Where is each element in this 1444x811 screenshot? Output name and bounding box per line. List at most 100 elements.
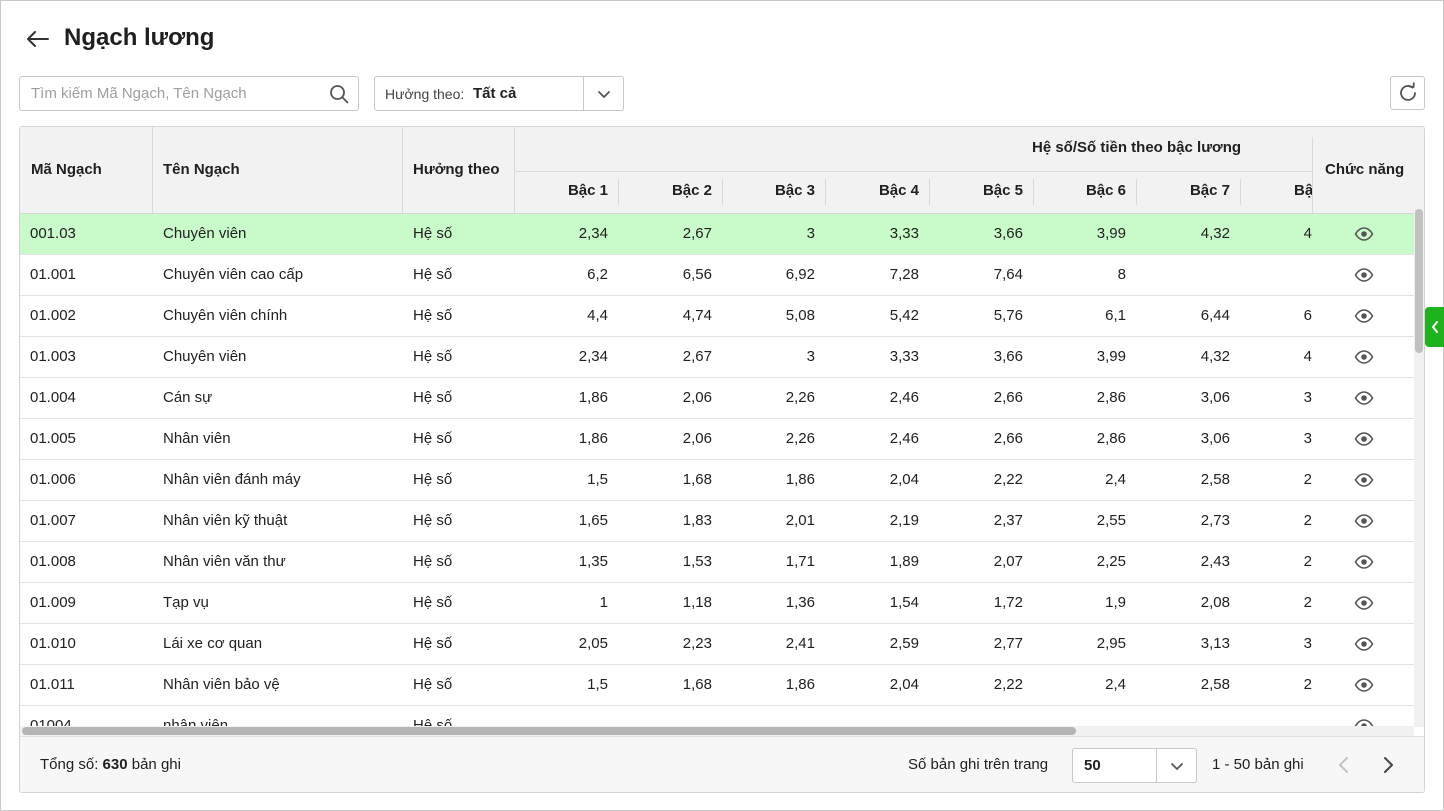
table-footer: Tổng số: 630 bản ghi Số bản ghi trên tra… (20, 736, 1424, 792)
side-panel-toggle[interactable] (1425, 307, 1444, 347)
cell-step-value: 3 (1303, 635, 1312, 652)
per-page-select[interactable]: 50 (1072, 748, 1197, 783)
cell-code: 01.006 (30, 471, 76, 488)
cell-step-value: 6,92 (785, 266, 815, 283)
per-page-dropdown-button[interactable] (1156, 749, 1196, 782)
vertical-scroll-thumb[interactable] (1415, 209, 1423, 353)
cell-step-value (1135, 255, 1230, 295)
cell-step-value: 7,28 (889, 266, 919, 283)
cell-step-value: 6 (1303, 307, 1312, 324)
table-row[interactable]: 001.03 Chuyên viên Hệ số 2,34 2,67 3 3,33 3,66 3… (20, 214, 1414, 255)
cell-step-value: 2,34 (578, 225, 608, 242)
cell-step-value: 8 (1117, 266, 1126, 283)
table-row[interactable]: 01.006 Nhân viên đánh máy Hệ số 1,5 1,68 1,86… (20, 460, 1414, 501)
cell-step-value: 3 (1303, 389, 1312, 406)
cell-step-value: 2,46 (889, 430, 919, 447)
table-header: Mã Ngạch Tên Ngạch Hưởng theo Hệ số/Số t… (20, 127, 1424, 214)
header-divider (1136, 179, 1137, 205)
cell-step-value: 1,68 (682, 676, 712, 693)
view-eye-icon[interactable] (1354, 472, 1374, 488)
vertical-scrollbar[interactable] (1414, 207, 1424, 727)
cell-step-value: 2,25 (1096, 553, 1126, 570)
cell-step-value: 3,13 (1200, 635, 1230, 652)
table-row[interactable]: 01.003 Chuyên viên Hệ số 2,34 2,67 3 3,33 3,66 3… (20, 337, 1414, 378)
prev-page-icon[interactable] (1334, 754, 1354, 776)
table-row[interactable]: 01004 nhân viên Hệ số (20, 706, 1414, 726)
table-row[interactable]: 01.009 Tạp vụ Hệ số 1 1,18 1,36 1,54 1,72 1,9 2,0… (20, 583, 1414, 624)
col-header-step[interactable]: Bậc 7 (1140, 182, 1230, 199)
table-row[interactable]: 01.011 Nhân viên bảo vệ Hệ số 1,5 1,68 1,86 2,… (20, 665, 1414, 706)
cell-name: Chuyên viên (163, 348, 247, 365)
cell-step-value: 6,56 (682, 266, 712, 283)
cell-step-value: 1,71 (785, 553, 815, 570)
col-header-code[interactable]: Mã Ngạch (31, 161, 102, 178)
refresh-button[interactable] (1390, 76, 1425, 110)
cell-step-value: 5,42 (889, 307, 919, 324)
chevron-left-icon (1432, 321, 1438, 333)
view-eye-icon[interactable] (1354, 636, 1374, 652)
col-header-step[interactable]: Bậc 2 (622, 182, 712, 199)
cell-step-value: 3,99 (1096, 225, 1126, 242)
filter-label: Hưởng theo: (385, 86, 465, 102)
cell-name: Nhân viên (163, 430, 231, 447)
view-eye-icon[interactable] (1354, 349, 1374, 365)
filter-dropdown-button[interactable] (583, 77, 623, 110)
filter-huong-theo[interactable]: Hưởng theo: Tất cả (374, 76, 624, 111)
cell-step-value (1290, 255, 1312, 295)
search-input[interactable] (20, 77, 310, 110)
col-header-type[interactable]: Hưởng theo (413, 161, 500, 178)
view-eye-icon[interactable] (1354, 595, 1374, 611)
col-header-step[interactable]: Bậc 5 (933, 182, 1023, 199)
table-row[interactable]: 01.002 Chuyên viên chính Hệ số 4,4 4,74 5,08 5… (20, 296, 1414, 337)
search-icon[interactable] (329, 84, 349, 104)
view-eye-icon[interactable] (1354, 267, 1374, 283)
chevron-down-icon (597, 90, 610, 98)
cell-step-value (1135, 706, 1230, 726)
salary-grade-table: Mã Ngạch Tên Ngạch Hưởng theo Hệ số/Số t… (19, 126, 1425, 793)
col-header-group: Hệ số/Số tiền theo bậc lương (1032, 139, 1242, 156)
cell-type: Hệ số (413, 225, 453, 242)
view-eye-icon[interactable] (1354, 513, 1374, 529)
cell-step-value: 1,86 (578, 389, 608, 406)
view-eye-icon[interactable] (1354, 226, 1374, 242)
table-row[interactable]: 01.007 Nhân viên kỹ thuật Hệ số 1,65 1,83 2,0… (20, 501, 1414, 542)
cell-step-value (720, 706, 815, 726)
col-header-step[interactable]: Bậc 6 (1036, 182, 1126, 199)
view-eye-icon[interactable] (1354, 308, 1374, 324)
cell-name: Nhân viên đánh máy (163, 471, 301, 488)
search-box[interactable] (19, 76, 359, 111)
col-header-step[interactable]: Bậc 3 (725, 182, 815, 199)
view-eye-icon[interactable] (1354, 718, 1374, 726)
col-header-step[interactable]: Bậc 1 (518, 182, 608, 199)
cell-code: 01.010 (30, 635, 76, 652)
table-row[interactable]: 01.004 Cán sự Hệ số 1,86 2,06 2,26 2,46 2,66 2,8… (20, 378, 1414, 419)
cell-step-value: 1,54 (889, 594, 919, 611)
back-arrow-icon[interactable] (23, 27, 51, 51)
table-row[interactable]: 01.010 Lái xe cơ quan Hệ số 2,05 2,23 2,41 2,5… (20, 624, 1414, 665)
view-eye-icon[interactable] (1354, 554, 1374, 570)
cell-code: 01004 (30, 717, 72, 726)
cell-step-value: 2,73 (1200, 512, 1230, 529)
cell-step-value: 2 (1303, 471, 1312, 488)
cell-step-value: 2,07 (993, 553, 1023, 570)
cell-step-value: 3,66 (993, 225, 1023, 242)
table-row[interactable]: 01.005 Nhân viên Hệ số 1,86 2,06 2,26 2,46 2,66… (20, 419, 1414, 460)
col-header-step[interactable]: Bậc 4 (829, 182, 919, 199)
cell-step-value: 3,06 (1200, 389, 1230, 406)
table-row[interactable]: 01.001 Chuyên viên cao cấp Hệ số 6,2 6,56 6,9… (20, 255, 1414, 296)
cell-step-value: 6,2 (587, 266, 608, 283)
view-eye-icon[interactable] (1354, 677, 1374, 693)
cell-step-value: 2,58 (1200, 676, 1230, 693)
cell-step-value: 2,37 (993, 512, 1023, 529)
view-eye-icon[interactable] (1354, 390, 1374, 406)
col-header-step[interactable]: Bậc 8 (1294, 182, 1312, 199)
horizontal-scroll-thumb[interactable] (22, 727, 1076, 735)
table-row[interactable]: 01.008 Nhân viên văn thư Hệ số 1,35 1,53 1,71… (20, 542, 1414, 583)
view-eye-icon[interactable] (1354, 431, 1374, 447)
total-label: Tổng số: (40, 756, 99, 773)
horizontal-scrollbar[interactable] (20, 726, 1414, 736)
refresh-icon (1399, 82, 1416, 101)
cell-code: 01.007 (30, 512, 76, 529)
col-header-name[interactable]: Tên Ngạch (163, 161, 240, 178)
next-page-icon[interactable] (1378, 754, 1398, 776)
